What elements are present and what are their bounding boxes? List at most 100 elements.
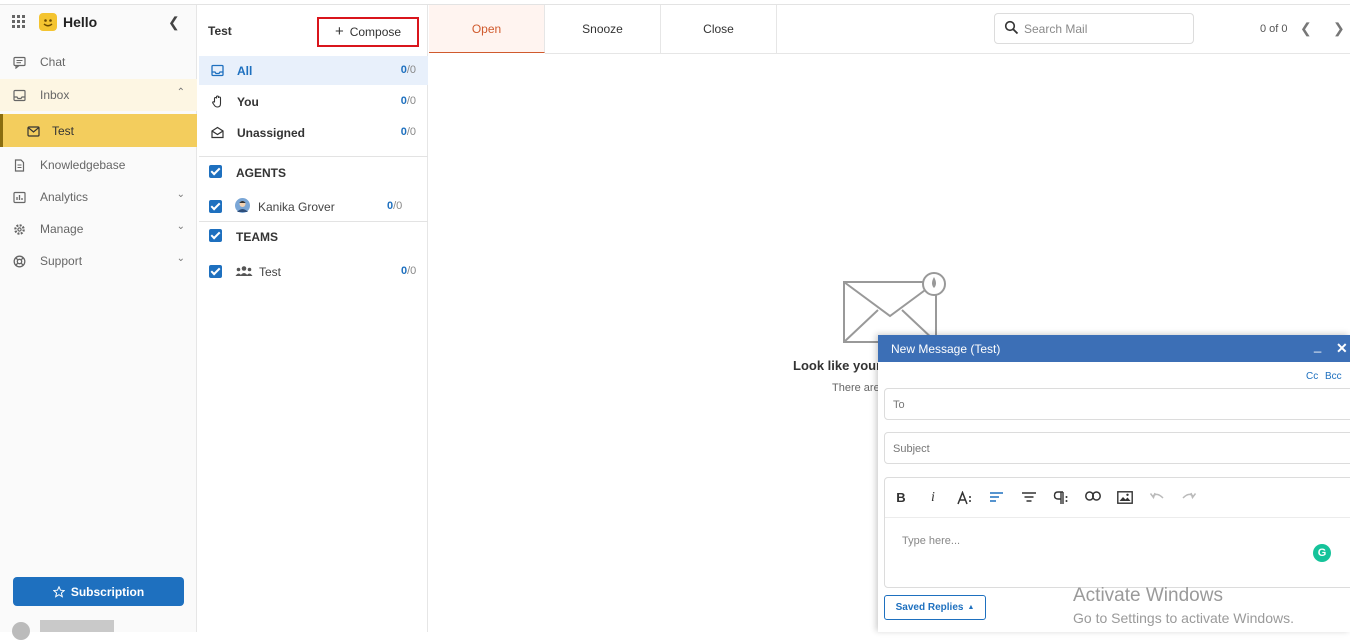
subject-input[interactable] xyxy=(893,441,1333,457)
subject-field xyxy=(884,432,1350,464)
chevron-down-icon: ⌄ xyxy=(176,221,185,232)
paragraph-icon[interactable] xyxy=(1052,489,1070,507)
font-size-icon[interactable] xyxy=(956,489,974,507)
folder-divider xyxy=(199,221,428,222)
sidebar-item-knowledgebase[interactable]: Knowledgebase xyxy=(0,149,197,181)
lifebuoy-icon xyxy=(13,255,26,268)
folder-item-count: 0/0 xyxy=(400,95,416,107)
sidebar-item-label: Analytics xyxy=(40,190,89,204)
caret-up-icon: ▲ xyxy=(967,604,975,611)
grammarly-icon[interactable]: G xyxy=(1313,544,1331,562)
tab-close[interactable]: Close xyxy=(661,5,777,53)
analytics-icon xyxy=(13,191,26,204)
search-icon xyxy=(1004,20,1019,35)
sidebar-item-label: Chat xyxy=(40,55,66,69)
minimize-button[interactable]: _ xyxy=(1314,338,1321,353)
folder-item-you[interactable]: You 0/0 xyxy=(199,87,428,116)
document-icon xyxy=(14,159,25,172)
mail-icon xyxy=(27,126,40,137)
chevron-up-icon: ⌃ xyxy=(176,87,185,98)
tab-open[interactable]: Open xyxy=(429,5,545,53)
folder-divider xyxy=(199,156,428,157)
italic-button[interactable]: i xyxy=(924,489,942,507)
search-input[interactable] xyxy=(1024,19,1184,39)
saved-replies-label: Saved Replies xyxy=(895,602,964,613)
team-checkbox[interactable] xyxy=(209,265,222,278)
close-icon[interactable]: ✕ xyxy=(1336,340,1348,357)
chevron-down-icon: ⌄ xyxy=(176,189,185,200)
sidebar-item-analytics[interactable]: Analytics ⌄ xyxy=(0,181,197,213)
folder-panel-title: Test xyxy=(208,24,232,38)
to-field xyxy=(884,388,1350,420)
envelope-open-icon xyxy=(211,126,224,139)
activation-watermark-subtitle: Go to Settings to activate Windows. xyxy=(1073,610,1294,626)
folder-item-unassigned[interactable]: Unassigned 0/0 xyxy=(199,118,428,147)
agent-name[interactable]: Kanika Grover xyxy=(258,200,335,214)
sidebar-item-label: Manage xyxy=(40,222,84,236)
plus-icon: + xyxy=(334,23,344,40)
star-icon xyxy=(52,585,65,598)
compose-button[interactable]: + Compose xyxy=(317,17,419,47)
bold-button[interactable]: B xyxy=(892,489,910,507)
app-logo xyxy=(39,13,57,31)
agents-section-label: AGENTS xyxy=(236,166,287,180)
agent-avatar xyxy=(235,198,250,213)
folder-item-count: 0/0 xyxy=(400,64,416,76)
empty-state-title: Look like your xyxy=(793,358,882,373)
user-avatar[interactable] xyxy=(12,622,30,640)
folder-item-count: 0/0 xyxy=(400,126,416,138)
undo-icon[interactable] xyxy=(1148,489,1166,507)
agent-checkbox[interactable] xyxy=(209,200,222,213)
sidebar-item-manage[interactable]: Manage ⌄ xyxy=(0,213,197,245)
team-count: 0/0 xyxy=(401,265,417,277)
align-center-icon[interactable] xyxy=(1020,489,1038,507)
tab-snooze[interactable]: Snooze xyxy=(545,5,661,53)
to-input[interactable] xyxy=(893,397,1333,413)
chevron-down-icon: ⌄ xyxy=(176,253,185,264)
sidebar-item-label: Test xyxy=(52,124,75,138)
redo-icon[interactable] xyxy=(1180,489,1198,507)
folder-item-label: All xyxy=(237,64,253,78)
sidebar-item-support[interactable]: Support ⌄ xyxy=(0,245,197,277)
apps-grid-icon[interactable] xyxy=(12,15,26,29)
sidebar-item-label: Inbox xyxy=(40,88,70,102)
activation-watermark-title: Activate Windows xyxy=(1073,585,1223,606)
sidebar-item-chat[interactable]: Chat xyxy=(0,46,197,78)
inbox-icon xyxy=(13,89,26,102)
folder-item-label: You xyxy=(237,95,259,109)
teams-section-label: TEAMS xyxy=(236,230,278,244)
user-name-placeholder xyxy=(40,620,114,632)
sidebar-item-inbox[interactable]: Inbox ⌃ xyxy=(0,79,197,111)
message-editor: B i Type here... G xyxy=(884,477,1350,588)
hand-icon xyxy=(212,95,222,108)
tabs-divider xyxy=(545,53,1350,54)
empty-state-subtitle: There are xyxy=(832,382,880,394)
inbox-icon xyxy=(211,64,224,77)
bcc-link[interactable]: Bcc xyxy=(1325,371,1342,382)
sidebar-item-label: Support xyxy=(40,254,83,268)
link-icon[interactable] xyxy=(1084,489,1102,507)
message-body[interactable]: Type here... xyxy=(902,535,960,547)
chat-icon xyxy=(13,56,26,69)
image-icon[interactable] xyxy=(1116,489,1134,507)
team-name[interactable]: Test xyxy=(259,265,281,279)
subscription-label: Subscription xyxy=(70,584,145,599)
collapse-sidebar-icon[interactable]: ❮ xyxy=(168,14,180,31)
agents-checkbox[interactable] xyxy=(209,165,222,178)
gear-icon xyxy=(14,224,25,235)
sidebar-item-test[interactable]: Test xyxy=(0,114,197,147)
chevron-left-icon[interactable]: ❮ xyxy=(1300,20,1312,37)
cc-link[interactable]: Cc xyxy=(1306,371,1318,382)
align-left-icon[interactable] xyxy=(988,489,1006,507)
folder-item-label: Unassigned xyxy=(237,126,306,140)
saved-replies-button[interactable]: Saved Replies ▲ xyxy=(884,595,986,620)
folder-item-all[interactable]: All 0/0 xyxy=(199,56,428,85)
app-name: Hello xyxy=(63,14,98,30)
chevron-right-icon[interactable]: ❯ xyxy=(1333,20,1345,37)
subscription-button[interactable]: Subscription xyxy=(13,577,184,606)
editor-toolbar: B i xyxy=(885,478,1350,518)
team-icon xyxy=(235,266,253,276)
sidebar-item-label: Knowledgebase xyxy=(40,158,126,172)
pagination-count: 0 of 0 xyxy=(1260,23,1288,35)
teams-checkbox[interactable] xyxy=(209,229,222,242)
